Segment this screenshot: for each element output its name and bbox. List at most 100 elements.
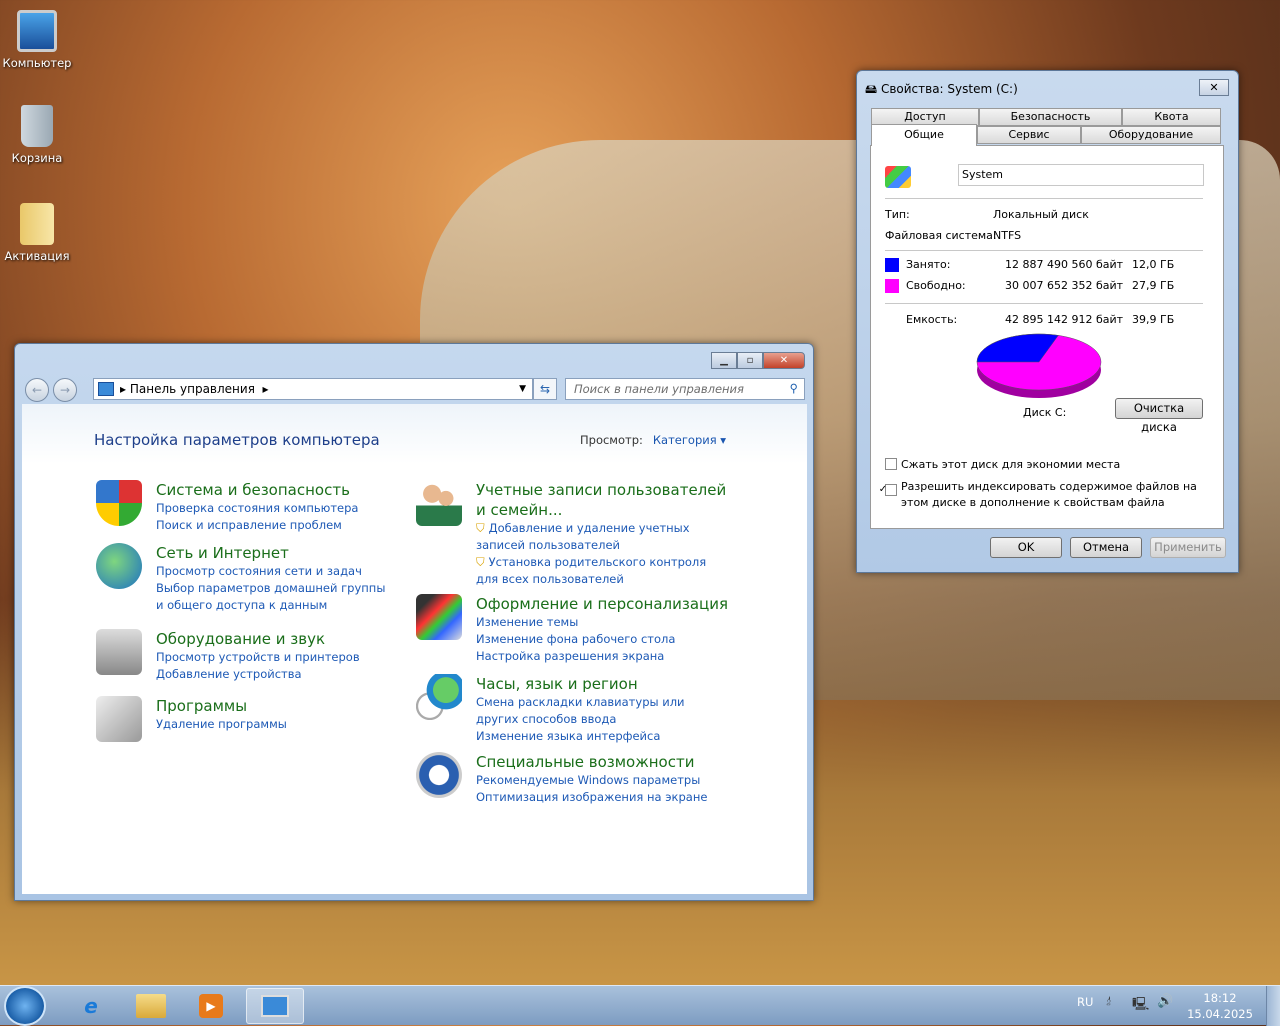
search-icon[interactable]: ⚲ <box>790 381 798 395</box>
tab-quota[interactable]: Квота <box>1122 108 1221 126</box>
taskbar: e ▶ RU 🖞 🖳 🔊 18:12 15.04.2025 <box>0 985 1280 1026</box>
category-link[interactable]: Изменение языка интерфейса <box>476 728 726 745</box>
disk-properties-dialog: 🖴 Свойства: System (C:) ✕ Доступ Безопас… <box>856 70 1239 573</box>
capacity-label: Емкость: <box>906 313 958 326</box>
category-title[interactable]: Часы, язык и регион <box>476 674 726 694</box>
volume-name-input[interactable]: System <box>958 164 1204 186</box>
breadcrumb-chevron-icon: ▸ <box>120 382 130 396</box>
tab-hardware[interactable]: Оборудование <box>1081 126 1221 144</box>
disk-label: Диск С: <box>1023 406 1067 419</box>
address-bar[interactable]: ▸ Панель управления ▸ ▼ <box>93 378 533 400</box>
desktop-icon-label: Корзина <box>11 151 63 165</box>
category-link[interactable]: Добавление и удаление учетных записей по… <box>476 520 731 554</box>
compress-label: Сжать этот диск для экономии места <box>901 458 1121 471</box>
tab-page-general: System Тип: Локальный диск Файловая сист… <box>870 145 1224 529</box>
media-player-icon[interactable]: ▶ <box>182 988 240 1024</box>
usb-safe-remove-icon[interactable]: 🖞 <box>1106 994 1111 1009</box>
start-button[interactable] <box>4 986 46 1026</box>
language-indicator[interactable]: RU <box>1077 995 1093 1009</box>
minimize-button[interactable]: ▁ <box>711 352 737 369</box>
desktop-icon-recycle-bin[interactable]: Корзина <box>2 105 72 165</box>
fs-label: Файловая система: <box>885 229 997 242</box>
desktop-icon-computer[interactable]: Компьютер <box>2 10 72 70</box>
cancel-button[interactable]: Отмена <box>1070 537 1142 558</box>
show-desktop-button[interactable] <box>1266 986 1280 1026</box>
category-link[interactable]: Выбор параметров домашней группы и общег… <box>156 580 386 614</box>
category-title[interactable]: Оформление и персонализация <box>476 594 796 614</box>
category-link[interactable]: Смена раскладки клавиатуры или других сп… <box>476 694 726 728</box>
search-input[interactable]: Поиск в панели управления ⚲ <box>565 378 805 400</box>
disk-cleanup-button[interactable]: Очистка диска <box>1115 398 1203 434</box>
taskbar-control-panel[interactable] <box>246 988 304 1024</box>
view-label: Просмотр: <box>580 433 643 447</box>
index-checkbox[interactable]: ✓ <box>879 484 897 496</box>
compress-checkbox[interactable] <box>885 458 897 470</box>
fs-value: NTFS <box>993 229 1022 242</box>
category-link[interactable]: Рекомендуемые Windows параметры <box>476 772 796 789</box>
type-value: Локальный диск <box>993 208 1089 221</box>
maximize-button[interactable]: ▫ <box>737 352 763 369</box>
network-icon[interactable]: 🖳 <box>1132 995 1149 1017</box>
ok-button[interactable]: OK <box>990 537 1062 558</box>
programs-icon <box>96 696 142 742</box>
clock[interactable]: 18:12 15.04.2025 <box>1180 990 1260 1022</box>
compress-checkbox-row[interactable]: Сжать этот диск для экономии места <box>885 458 1120 471</box>
tab-security[interactable]: Безопасность <box>979 108 1122 126</box>
apply-button[interactable]: Применить <box>1150 537 1226 558</box>
used-bytes: 12 887 490 560 байт <box>1005 258 1124 271</box>
category-link[interactable]: Просмотр устройств и принтеров <box>156 649 476 666</box>
disk-usage-pie <box>976 333 1102 398</box>
index-checkbox-row[interactable]: ✓ Разрешить индексировать содержимое файл… <box>879 480 1205 509</box>
desktop-icon-label: Активация <box>4 249 70 263</box>
category-link[interactable]: Просмотр состояния сети и задач <box>156 563 386 580</box>
divider <box>885 198 1203 199</box>
clock-globe-icon <box>416 674 462 720</box>
category-link[interactable]: Настройка разрешения экрана <box>476 648 796 665</box>
control-panel-window: ▁ ▫ ✕ ← → ▸ Панель управления ▸ ▼ ⇆ Поиск … <box>14 343 814 901</box>
category-title[interactable]: Специальные возможности <box>476 752 796 772</box>
category-title[interactable]: Учетные записи пользователей и семейн... <box>476 480 731 520</box>
category-title[interactable]: Сеть и Интернет <box>156 543 386 563</box>
divider <box>885 303 1203 304</box>
refresh-button[interactable]: ⇆ <box>533 378 557 400</box>
used-label: Занято: <box>906 258 951 271</box>
close-button[interactable]: ✕ <box>763 352 805 369</box>
divider <box>885 250 1203 251</box>
desktop-icon-activation[interactable]: Активация <box>2 203 72 263</box>
view-dropdown[interactable]: Категория ▾ <box>653 433 726 447</box>
appearance-icon <box>416 594 462 640</box>
address-dropdown-icon[interactable]: ▼ <box>519 384 526 394</box>
tab-service[interactable]: Сервис <box>977 126 1081 144</box>
dialog-title: 🖴 Свойства: System (C:) <box>865 80 1018 101</box>
folder-icon <box>20 203 54 245</box>
breadcrumb-chevron-icon: ▸ <box>254 382 269 396</box>
volume-icon[interactable]: 🔊 <box>1157 994 1173 1009</box>
capacity-bytes: 42 895 142 912 байт <box>1005 313 1124 326</box>
drive-large-icon <box>885 166 911 188</box>
tab-general[interactable]: Общие <box>871 124 977 146</box>
category-link[interactable]: Оптимизация изображения на экране <box>476 789 796 806</box>
free-gb: 27,9 ГБ <box>1132 279 1175 292</box>
accessibility-icon <box>416 752 462 798</box>
category-link[interactable]: Установка родительского контроля для все… <box>476 554 731 588</box>
explorer-icon[interactable] <box>122 988 180 1024</box>
search-placeholder: Поиск в панели управления <box>574 382 744 396</box>
forward-button[interactable]: → <box>53 378 77 402</box>
breadcrumb-control-panel[interactable]: Панель управления <box>130 382 255 396</box>
clock-date: 15.04.2025 <box>1187 1007 1253 1021</box>
back-button[interactable]: ← <box>25 378 49 402</box>
close-button[interactable]: ✕ <box>1199 79 1229 96</box>
internet-explorer-icon[interactable]: e <box>62 988 120 1024</box>
desktop-icon-label: Компьютер <box>2 56 72 70</box>
window-controls: ▁ ▫ ✕ <box>711 352 805 369</box>
page-title: Настройка параметров компьютера <box>94 431 380 449</box>
category-user-accounts: Учетные записи пользователей и семейн...… <box>416 480 731 588</box>
network-globe-icon <box>96 543 142 589</box>
free-color-swatch <box>885 279 899 293</box>
computer-icon <box>17 10 57 52</box>
recycle-bin-icon <box>21 105 53 147</box>
clock-time: 18:12 <box>1203 991 1237 1005</box>
category-network-internet: Сеть и Интернет Просмотр состояния сети … <box>96 543 386 614</box>
category-link[interactable]: Изменение темы <box>476 614 796 631</box>
category-link[interactable]: Изменение фона рабочего стола <box>476 631 796 648</box>
